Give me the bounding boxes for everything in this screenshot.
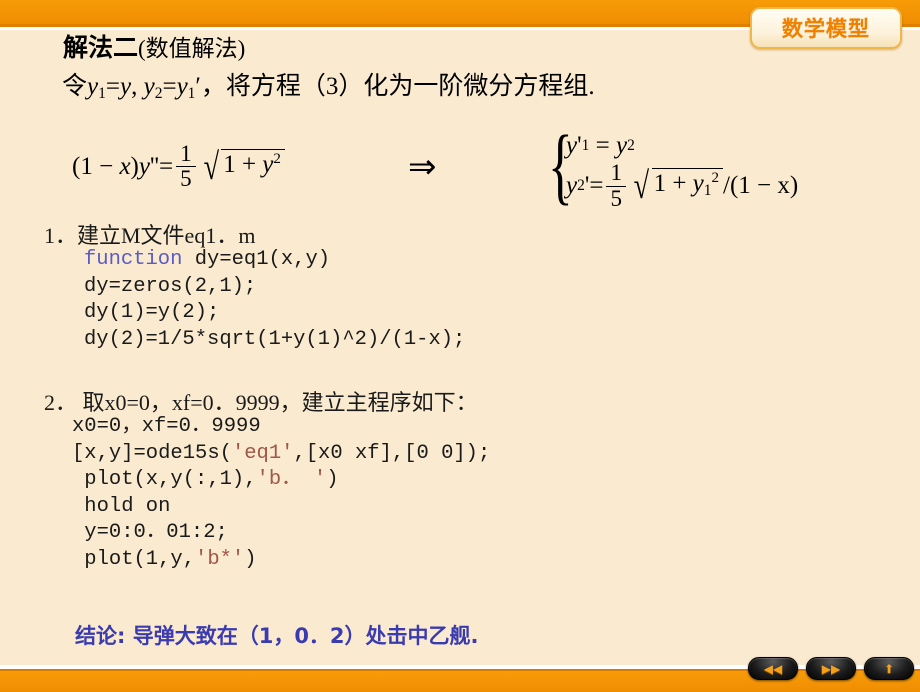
code-line: plot(1,y,'b*') (72, 547, 490, 574)
brand-badge: 数学模型 (750, 7, 902, 49)
code-line: function dy=eq1(x,y) (84, 247, 465, 274)
code-token: 'eq1' (231, 441, 294, 465)
code-token: y=0:0．01:2; (72, 521, 228, 544)
code-line: hold on (72, 494, 490, 521)
step-2-label: 2． 取x0=0，xf=0．9999，建立主程序如下： (44, 390, 478, 415)
code-token: dy(2)=1/5*sqrt(1+y(1)^2)/(1-x); (84, 327, 466, 351)
code-token: dy(1)=y(2); (84, 301, 220, 324)
system-brace: { (548, 117, 573, 213)
system-fraction-denominator: 5 (606, 185, 626, 211)
system-fraction-numerator: 1 (610, 160, 622, 186)
page-title-strong: 解法二 (63, 33, 139, 62)
code-line: [x,y]=ode15s('eq1',[x0 xf],[0 0]); (72, 441, 490, 468)
step-2-code-block: x0=0，xf=0．9999 [x,y]=ode15s('eq1',[x0 xf]… (72, 414, 490, 573)
code-line: x0=0，xf=0．9999 (72, 414, 490, 441)
page-title-paren: (数值解法) (138, 36, 246, 61)
code-token: dy=eq1(x,y) (182, 248, 331, 271)
code-line: plot(x,y(:,1),'b． ') (72, 467, 490, 494)
subtitle-line: 令y1=y, y2=y1′，将方程（3）化为一阶微分方程组. (62, 73, 595, 102)
code-token: ) (326, 468, 339, 491)
code-token: plot(x,y(:,1), (72, 468, 257, 491)
code-token: function (84, 248, 183, 271)
code-token: 'b． ' (256, 468, 327, 491)
slide-canvas: 数学模型 解法二(数值解法) 令y1=y, y2=y1′，将方程（3）化为一阶微… (0, 0, 920, 692)
previous-icon: ◀◀ (763, 661, 783, 676)
slide-navigation: ◀◀ ▶▶ ⬆ (748, 657, 914, 680)
subtitle-prefix: 令 (62, 73, 88, 100)
code-token: [x,y]=ode15s( (72, 441, 232, 465)
fraction-denominator: 5 (176, 166, 196, 191)
radical-sign: √ (203, 146, 219, 188)
one-fifth-fraction: 1 5 (176, 141, 196, 191)
page-title: 解法二(数值解法) (63, 28, 245, 64)
source-equation: (1 − x)y''= 1 5 √ 1 + y2 (72, 141, 285, 191)
source-equation-lhs: (1 − x)y''= (72, 152, 174, 180)
code-token: ) (244, 547, 257, 571)
system-rows: y ' 1 = y2 y 2 '= 1 5 √ 1 + y12 /(1 − x) (566, 128, 799, 211)
system-row-2: y 2 '= 1 5 √ 1 + y12 /(1 − x) (566, 160, 799, 211)
subtitle-rest: ，将方程（3）化为一阶微分方程组. (200, 73, 595, 100)
step-1-label: 1．建立M文件eq1．m (44, 223, 256, 248)
system-row-2-tail: /(1 − x) (723, 172, 799, 199)
equation-row: (1 − x)y''= 1 5 √ 1 + y2 ⇒ { y ' 1 = y2 y2… (0, 122, 920, 222)
system-row-1: y ' 1 = y2 (566, 132, 635, 159)
code-line: dy(1)=y(2); (84, 300, 465, 327)
next-slide-button[interactable]: ▶▶ (806, 657, 856, 680)
step-1-code-block: function dy=eq1(x,y) dy=zeros(2,1); dy(1)=… (84, 247, 465, 353)
radicand: 1 + y2 (221, 148, 285, 186)
code-token: dy=zeros(2,1); (84, 274, 257, 298)
system-radicand: 1 + y12 (651, 168, 724, 205)
code-line: y=0:0．01:2; (72, 520, 490, 547)
square-root: √ 1 + y2 (201, 148, 285, 186)
code-line: dy(2)=1/5*sqrt(1+y(1)^2)/(1-x); (84, 327, 465, 354)
ode-system: { y ' 1 = y2 y 2 '= 1 5 √ 1 + y12 /(1 − x) (548, 117, 799, 213)
system-square-root: √ 1 + y12 (631, 166, 724, 208)
code-token: x0=0，xf=0．9999 (72, 415, 261, 438)
fraction-numerator: 1 (180, 141, 192, 166)
code-token: 'b*' (195, 547, 245, 571)
return-icon: ⬆ (883, 661, 895, 676)
code-line: dy=zeros(2,1); (84, 274, 465, 301)
brand-badge-label: 数学模型 (782, 17, 870, 41)
return-button[interactable]: ⬆ (864, 657, 914, 680)
implies-arrow-icon: ⇒ (408, 147, 437, 187)
code-token: plot(1,y, (72, 547, 196, 571)
conclusion-text: 结论: 导弹大致在（1，0．2）处击中乙舰. (75, 624, 479, 648)
next-icon: ▶▶ (821, 661, 841, 676)
code-token: hold on (72, 494, 171, 518)
code-token: ,[x0 xf],[0 0]); (293, 441, 491, 465)
previous-slide-button[interactable]: ◀◀ (748, 657, 798, 680)
system-one-fifth-fraction: 1 5 (606, 161, 626, 210)
system-radical-sign: √ (633, 166, 649, 208)
